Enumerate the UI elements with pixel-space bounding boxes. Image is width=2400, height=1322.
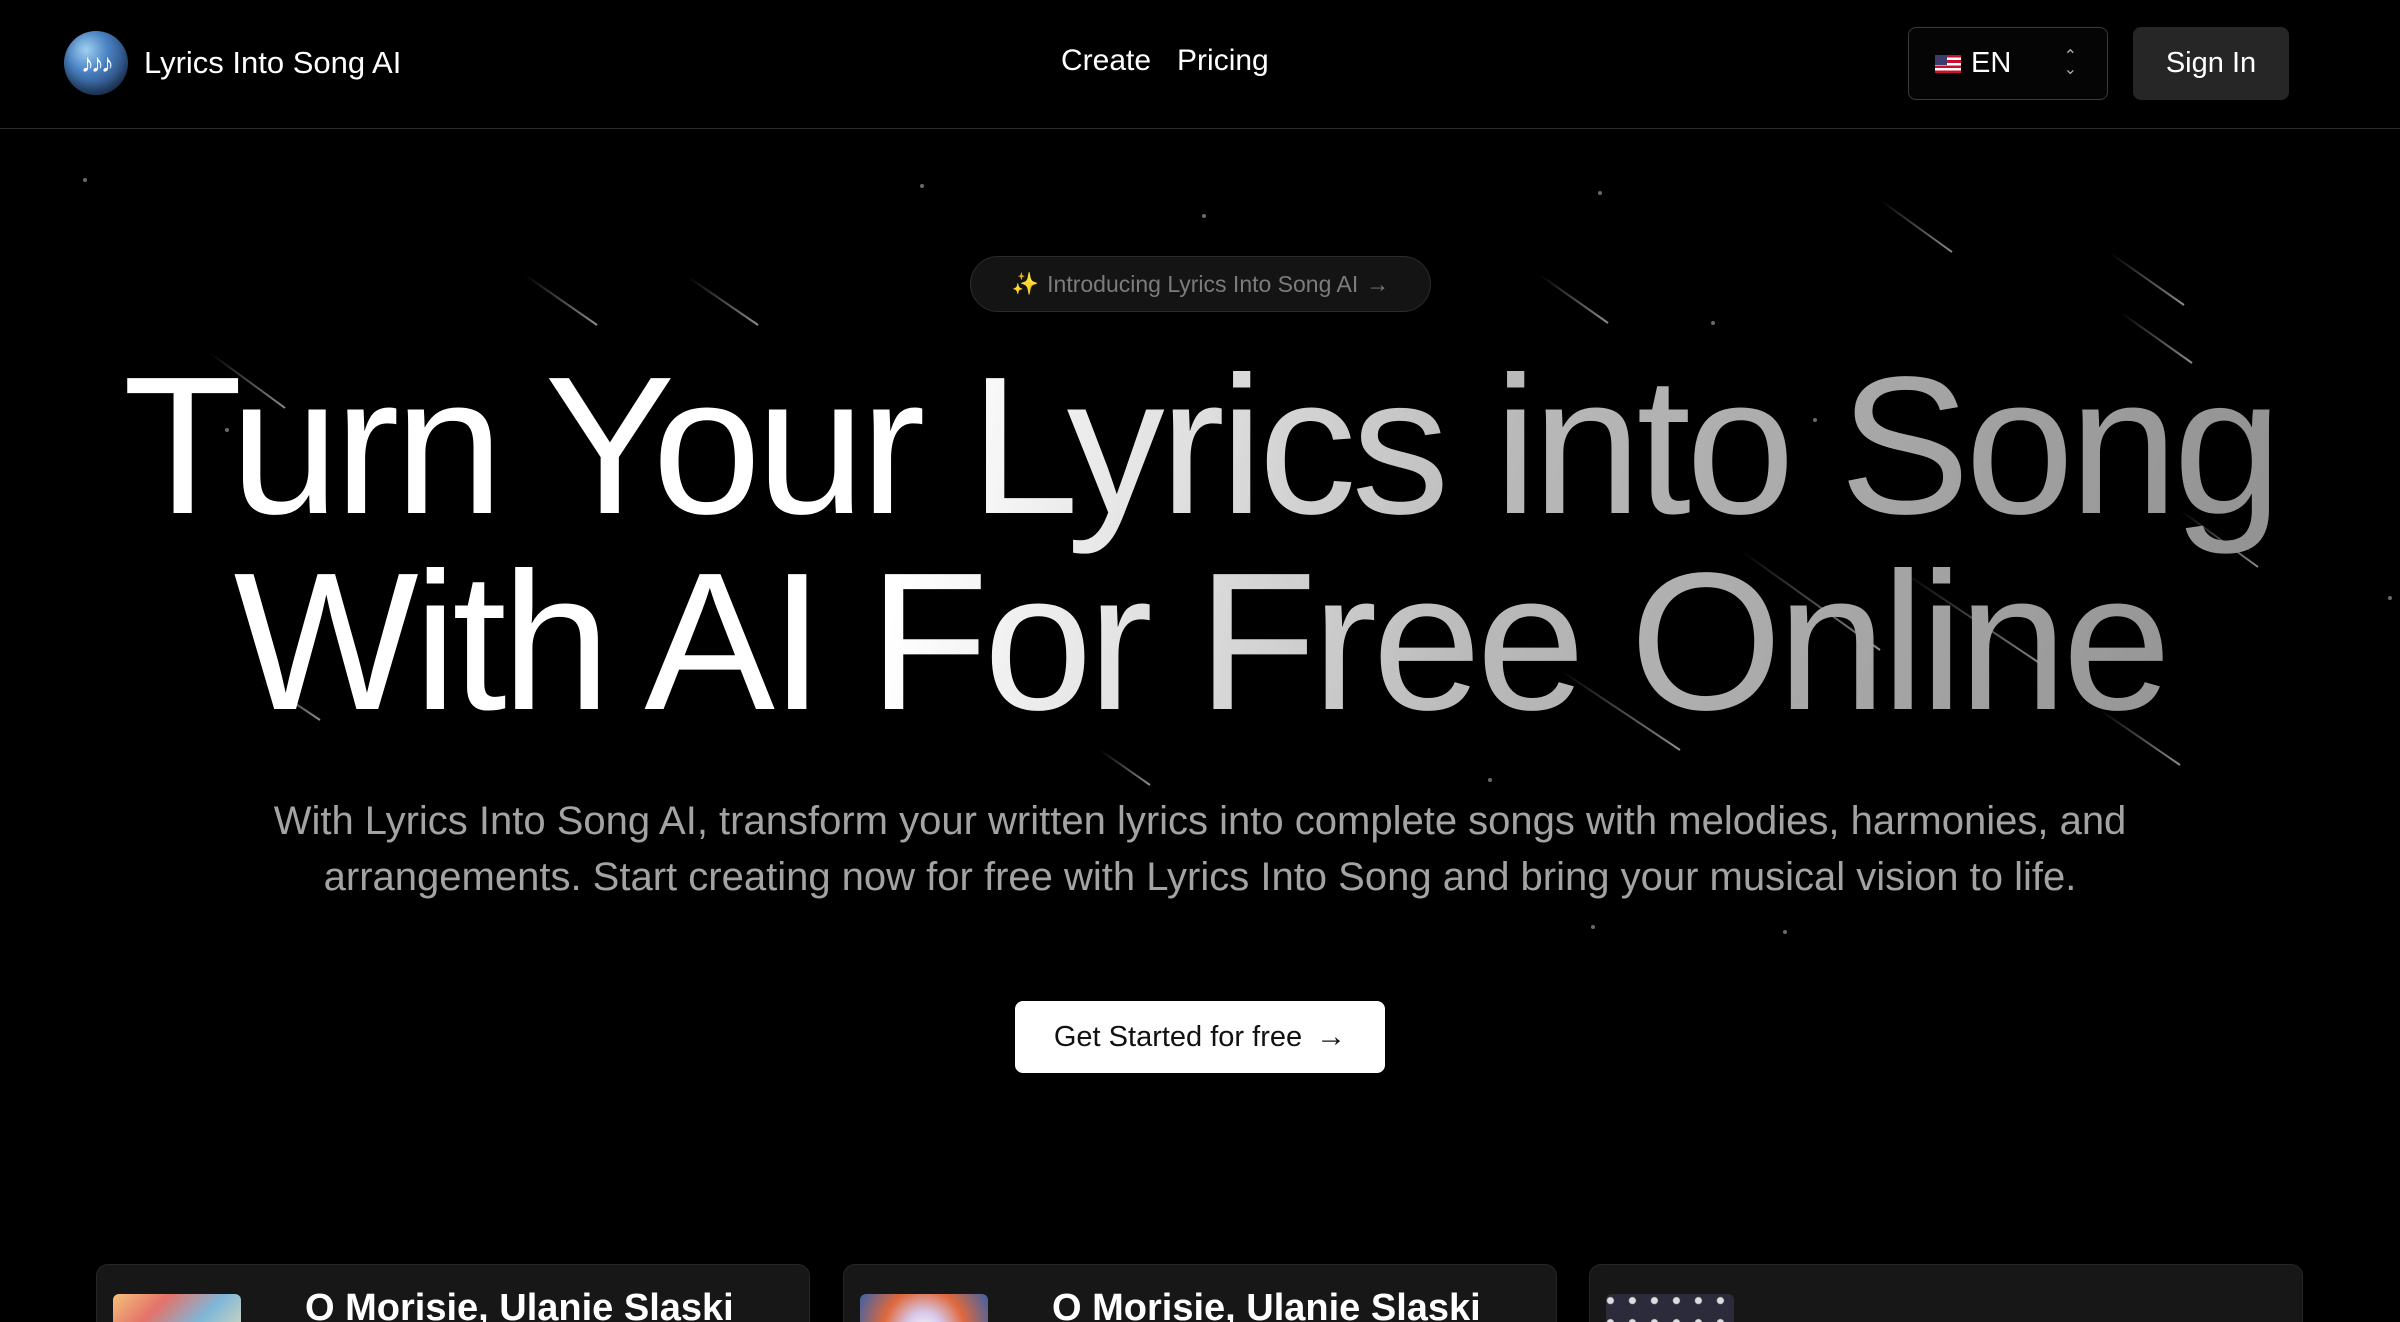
get-started-button[interactable]: Get Started for free →	[1015, 1001, 1385, 1073]
main-nav: Create Pricing	[1061, 44, 1269, 78]
language-label: EN	[1971, 47, 2012, 79]
announcement-text: Introducing Lyrics Into Song AI	[1047, 270, 1359, 297]
song-card[interactable]	[1589, 1264, 2303, 1322]
sign-in-button[interactable]: Sign In	[2133, 27, 2289, 100]
hero-headline: Turn Your Lyrics into Song With AI For F…	[0, 348, 2400, 740]
headline-line-1: Turn Your Lyrics into Song	[122, 336, 2278, 555]
song-cover-image	[113, 1294, 241, 1322]
nav-create-link[interactable]: Create	[1061, 44, 1151, 78]
headline-line-2: With AI For Free Online	[233, 532, 2167, 751]
music-notes-logo-icon: ♪♪♪	[64, 31, 128, 95]
page: ♪♪♪ Lyrics Into Song AI Create Pricing E…	[0, 0, 2400, 1322]
language-select[interactable]: EN ⌃ ⌄	[1908, 27, 2108, 100]
chevron-up-down-icon: ⌃ ⌄	[2063, 48, 2077, 78]
us-flag-icon	[1935, 54, 1961, 73]
arrow-right-icon: →	[1366, 270, 1390, 297]
arrow-right-icon: →	[1316, 1020, 1347, 1053]
sparkles-icon: ✨	[1011, 271, 1040, 296]
song-title: O Morisie, Ulanie Slaski	[305, 1287, 734, 1322]
announcement-pill[interactable]: ✨ Introducing Lyrics Into Song AI →	[970, 256, 1431, 312]
song-card[interactable]: O Morisie, Ulanie Slaski	[96, 1264, 810, 1322]
hero-subtext: With Lyrics Into Song AI, transform your…	[273, 799, 2127, 899]
song-title: O Morisie, Ulanie Slaski	[1052, 1287, 1481, 1322]
brand-link[interactable]: ♪♪♪ Lyrics Into Song AI	[64, 31, 401, 95]
song-cover-image	[1606, 1294, 1734, 1322]
brand-name: Lyrics Into Song AI	[144, 45, 402, 80]
site-header: ♪♪♪ Lyrics Into Song AI Create Pricing E…	[0, 0, 2400, 129]
song-card[interactable]: O Morisie, Ulanie Slaski	[843, 1264, 1557, 1322]
nav-pricing-link[interactable]: Pricing	[1177, 44, 1269, 78]
song-cover-image	[860, 1294, 988, 1322]
get-started-label: Get Started for free	[1053, 1020, 1303, 1053]
